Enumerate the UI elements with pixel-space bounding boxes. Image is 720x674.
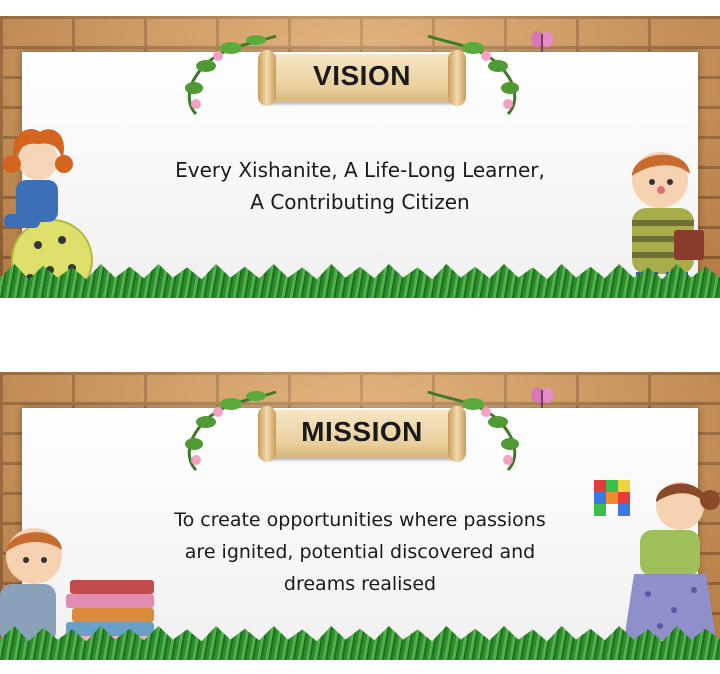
mission-line: To create opportunities where passions	[174, 509, 546, 531]
mission-panel: MISSION To create opportunities where pa…	[0, 372, 720, 660]
flower-icon	[213, 407, 223, 417]
vision-line: A Contributing Citizen	[250, 190, 470, 214]
girl-with-cube-icon	[594, 480, 720, 656]
vision-scroll-banner: VISION	[258, 50, 466, 106]
mission-line: dreams realised	[283, 573, 437, 595]
mission-title: MISSION	[301, 416, 423, 447]
vision-title: VISION	[313, 60, 411, 91]
vision-line: Every Xishanite, A Life-Long Learner,	[175, 158, 545, 182]
mission-statement: To create opportunities where passions a…	[120, 504, 600, 600]
boy-with-books-icon	[0, 528, 154, 650]
mission-scroll-banner: MISSION	[258, 406, 466, 462]
flower-icon	[213, 51, 223, 61]
butterfly-icon	[531, 31, 553, 52]
butterfly-icon	[531, 387, 553, 408]
vision-panel: VISION Every Xishanite, A Life-Long Lear…	[0, 16, 720, 298]
mission-line: are ignited, potential discovered and	[184, 541, 536, 563]
vision-statement: Every Xishanite, A Life-Long Learner, A …	[120, 154, 600, 218]
